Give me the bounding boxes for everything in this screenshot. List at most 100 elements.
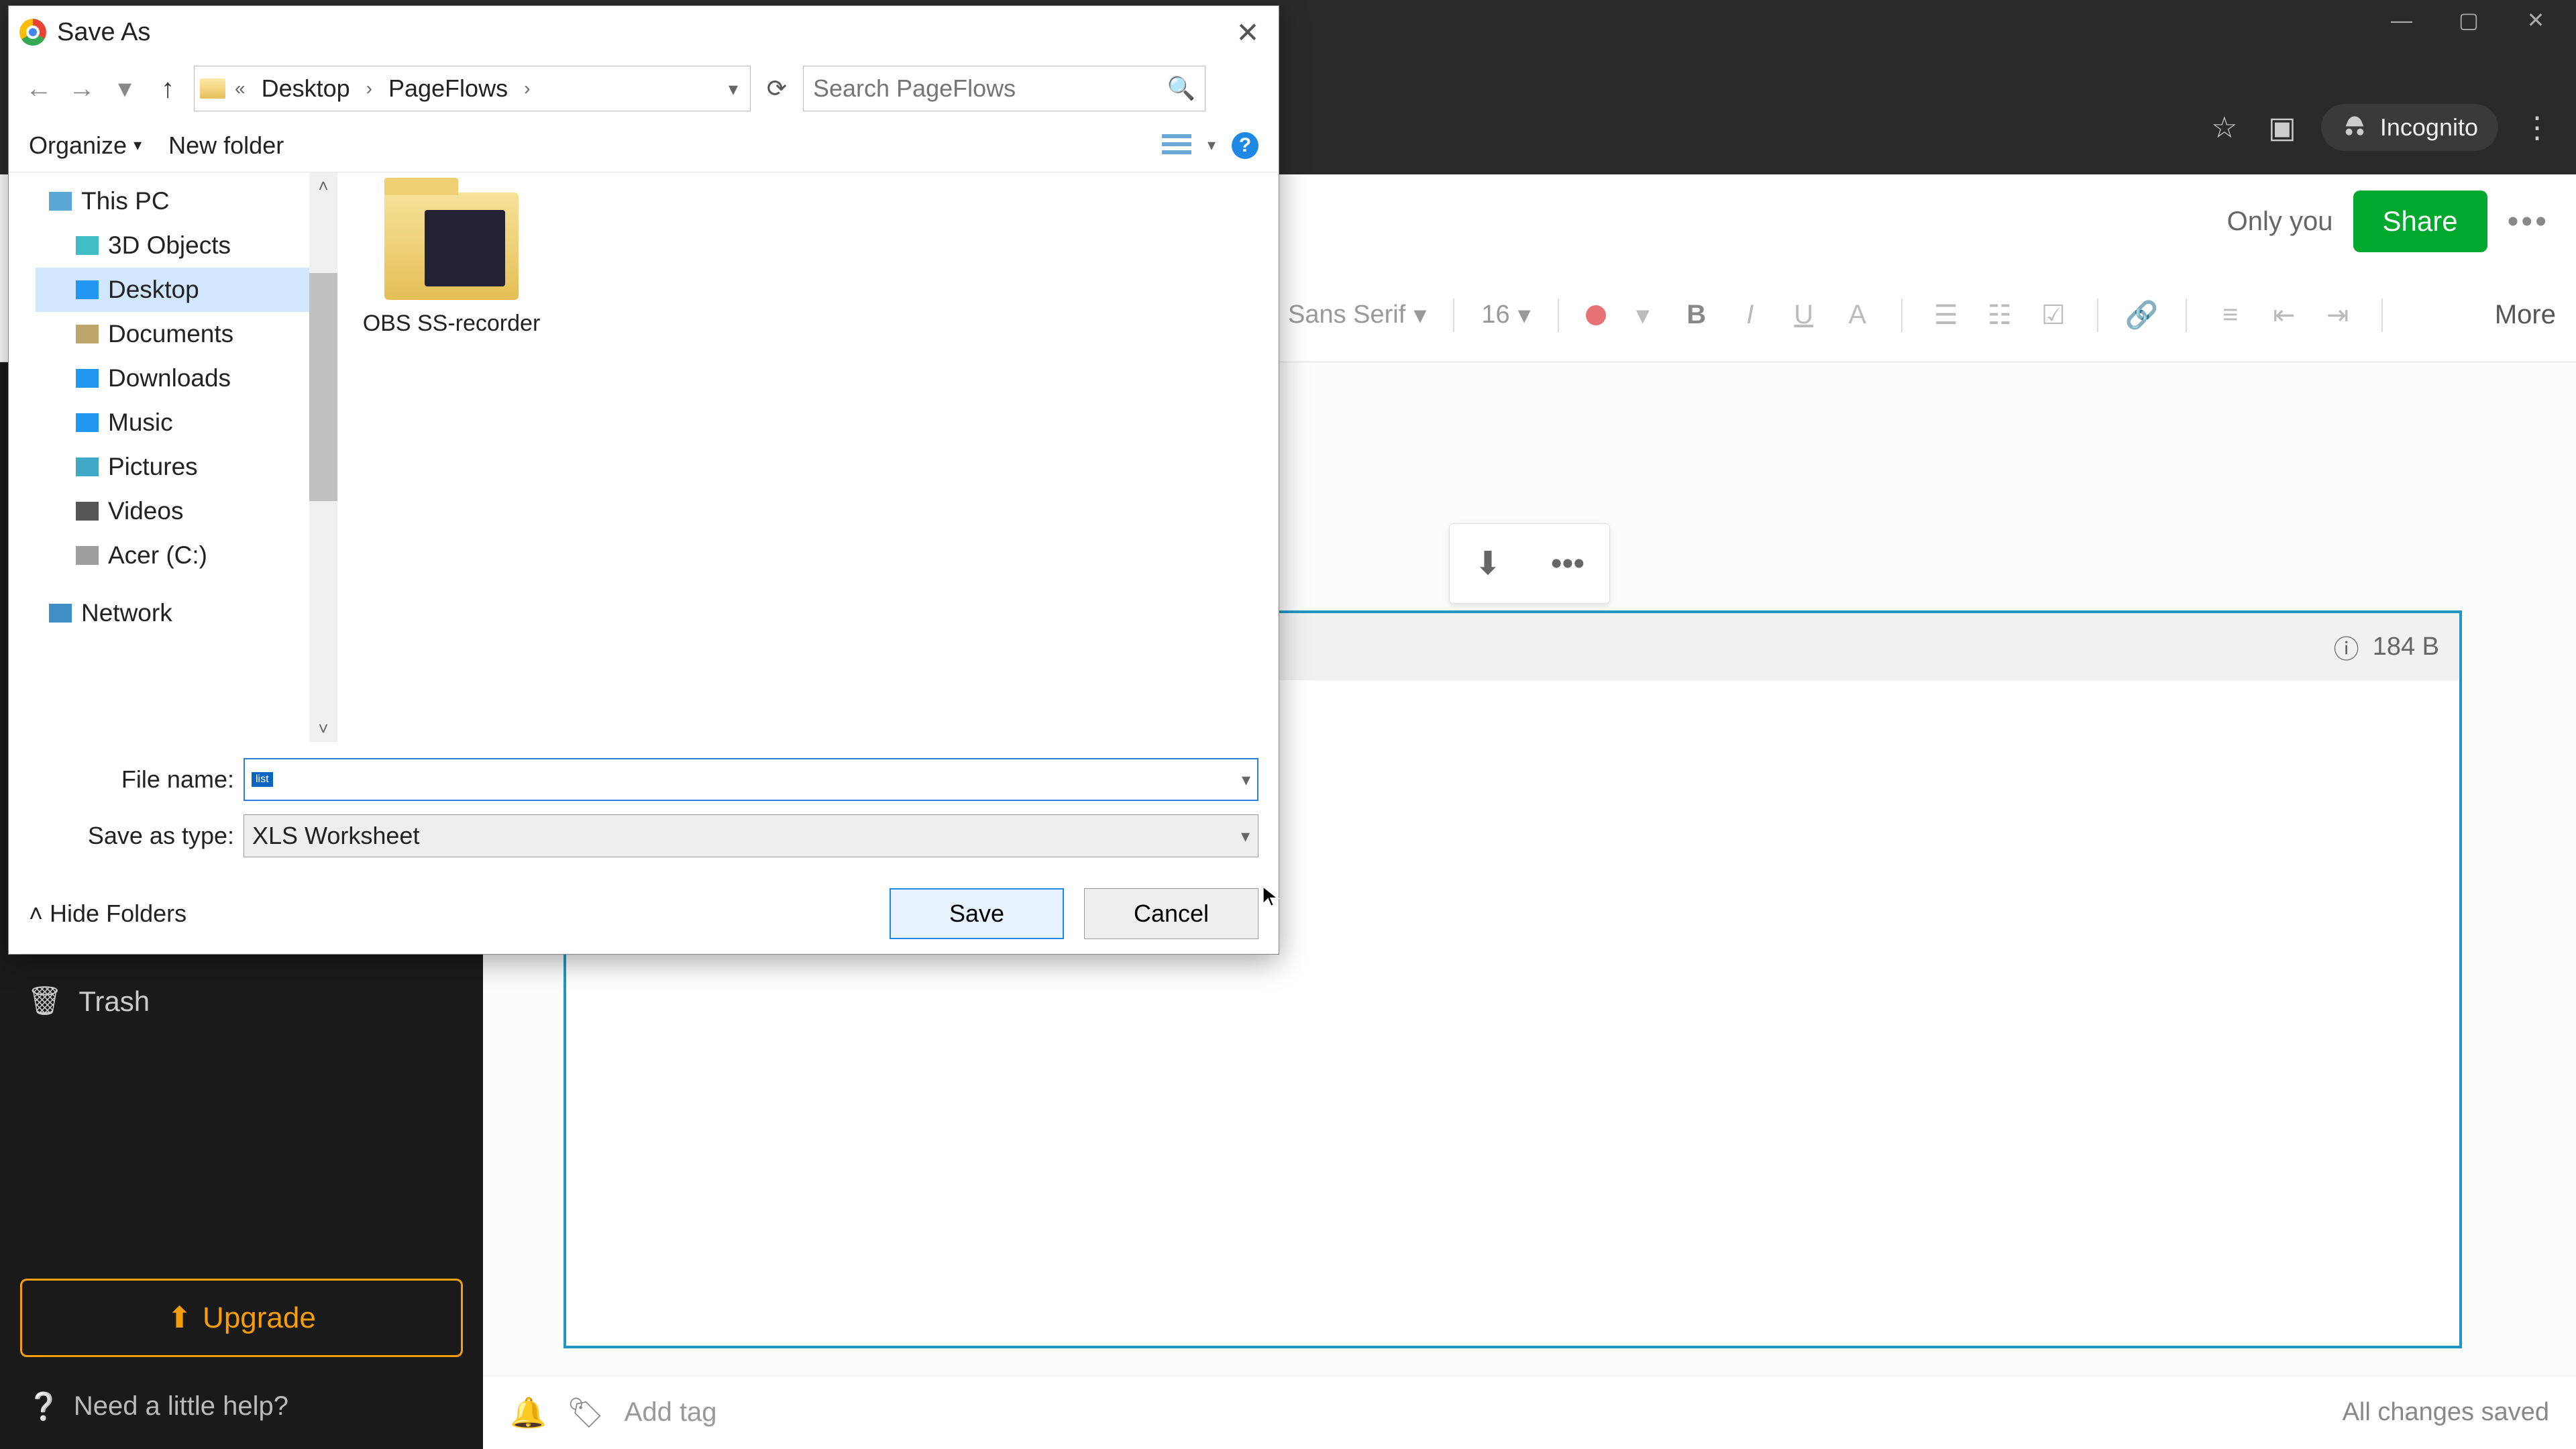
dialog-close-icon[interactable]: ✕ [1228, 12, 1268, 52]
view-mode-icon[interactable] [1162, 134, 1191, 157]
upgrade-label: Upgrade [203, 1301, 316, 1335]
dialog-body: This PC 3D Objects Desktop Documents Dow… [9, 172, 1279, 742]
pictures-icon [76, 458, 99, 476]
address-dropdown-icon[interactable]: ▾ [722, 78, 745, 100]
nav-recent-icon[interactable]: ▾ [108, 72, 142, 105]
reminder-icon[interactable]: 🔔 [510, 1395, 547, 1430]
view-dropdown-icon[interactable]: ▾ [1208, 136, 1216, 155]
dialog-toolbar: Organize ▾ New folder ▾ ? [9, 119, 1279, 172]
chevron-icon[interactable]: « [235, 78, 246, 99]
dialog-title: Save As [57, 18, 150, 47]
help-label: Need a little help? [74, 1391, 288, 1421]
tree-pictures[interactable]: Pictures [36, 445, 337, 489]
nav-up-icon[interactable]: ↑ [151, 72, 184, 105]
cancel-button[interactable]: Cancel [1084, 888, 1258, 939]
attachment-more-icon[interactable]: ••• [1551, 545, 1585, 582]
color-dropdown-icon[interactable]: ▾ [1626, 300, 1660, 331]
tree-downloads[interactable]: Downloads [36, 356, 337, 400]
note-more-icon[interactable]: ••• [2508, 203, 2549, 240]
font-size-select[interactable]: 16 ▾ [1481, 300, 1530, 330]
dialog-help-icon[interactable]: ? [1232, 132, 1258, 159]
align-icon[interactable]: ≡ [2214, 300, 2247, 330]
dialog-fields: File name: list ▾ Save as type: XLS Work… [9, 742, 1279, 873]
search-input[interactable] [813, 74, 1167, 103]
toolbar-separator [2097, 299, 2098, 332]
toolbar-separator [1453, 299, 1454, 332]
note-footer: 🔔 🏷 Add tag All changes saved [483, 1375, 2576, 1449]
tree-desktop[interactable]: Desktop [36, 268, 337, 312]
share-button[interactable]: Share [2353, 191, 2487, 252]
toolbar-separator [2381, 299, 2383, 332]
incognito-label: Incognito [2380, 113, 2478, 142]
tree-this-pc[interactable]: This PC [36, 179, 337, 223]
new-folder-button[interactable]: New folder [168, 131, 284, 160]
tree-drive-c[interactable]: Acer (C:) [36, 533, 337, 578]
toolbar-more[interactable]: More [2495, 300, 2556, 330]
folder-item-label: OBS SS-recorder [358, 311, 545, 337]
nav-forward-icon[interactable]: → [65, 72, 99, 105]
help-link[interactable]: ❔ Need a little help? [20, 1384, 463, 1429]
bold-icon[interactable]: B [1680, 300, 1713, 330]
tree-network[interactable]: Network [36, 591, 337, 635]
filename-dropdown-icon[interactable]: ▾ [1242, 769, 1250, 790]
hide-folders-toggle[interactable]: ˄ Hide Folders [29, 900, 186, 928]
dialog-nav: ← → ▾ ↑ « Desktop › PageFlows › ▾ ⟳ 🔍 [9, 58, 1279, 119]
reader-icon[interactable]: ▣ [2263, 109, 2301, 146]
sidebar-item-trash[interactable]: 🗑 Trash [20, 973, 463, 1030]
folder-item[interactable]: OBS SS-recorder [358, 193, 545, 337]
bullet-list-icon[interactable]: ☰ [1929, 300, 1963, 331]
italic-icon[interactable]: I [1733, 300, 1767, 330]
indent-icon[interactable]: ⇤ [2267, 300, 2301, 331]
save-type-select[interactable]: XLS Worksheet ▾ [244, 814, 1258, 857]
check-list-icon[interactable]: ☑ [2037, 300, 2070, 331]
file-name-input[interactable]: list ▾ [244, 758, 1258, 801]
tree-music[interactable]: Music [36, 400, 337, 445]
desktop-icon [76, 280, 99, 299]
save-as-dialog: Save As ✕ ← → ▾ ↑ « Desktop › PageFlows … [8, 5, 1279, 955]
help-icon: ❔ [27, 1391, 60, 1422]
refresh-icon[interactable]: ⟳ [760, 72, 794, 105]
browser-menu-icon[interactable]: ⋮ [2518, 109, 2556, 146]
link-icon[interactable]: 🔗 [2125, 299, 2159, 331]
tag-icon[interactable]: 🏷 [567, 1395, 604, 1430]
save-button[interactable]: Save [890, 888, 1064, 939]
tree-documents[interactable]: Documents [36, 312, 337, 356]
outdent-icon[interactable]: ⇥ [2321, 300, 2355, 331]
tree-videos[interactable]: Videos [36, 489, 337, 533]
address-bar[interactable]: « Desktop › PageFlows › ▾ [194, 66, 751, 111]
breadcrumb-desktop[interactable]: Desktop [255, 70, 357, 107]
number-list-icon[interactable]: ☷ [1983, 300, 2017, 331]
maximize-icon[interactable]: ▢ [2455, 7, 2482, 34]
close-window-icon[interactable]: ✕ [2522, 7, 2549, 34]
organize-button[interactable]: Organize ▾ [29, 131, 142, 160]
incognito-indicator[interactable]: Incognito [2321, 104, 2498, 151]
underline-icon[interactable]: U [1787, 300, 1821, 330]
chevron-right-icon[interactable]: › [524, 78, 530, 99]
save-type-value: XLS Worksheet [252, 822, 1241, 850]
highlight-icon[interactable]: A [1841, 300, 1874, 330]
tree-scrollbar[interactable]: ˄ ˅ [309, 172, 337, 742]
dialog-titlebar: Save As ✕ [9, 6, 1279, 58]
info-icon[interactable]: ⓘ [2334, 629, 2359, 665]
text-color-icon[interactable] [1586, 305, 1606, 325]
scroll-down-icon[interactable]: ˅ [309, 715, 337, 742]
nav-back-icon[interactable]: ← [22, 72, 56, 105]
downloads-icon [76, 369, 99, 388]
search-icon[interactable]: 🔍 [1167, 75, 1195, 102]
file-list-pane[interactable]: OBS SS-recorder [337, 172, 1279, 742]
music-icon [76, 413, 99, 432]
tree-3d-objects[interactable]: 3D Objects [36, 223, 337, 268]
upgrade-button[interactable]: ⬆ Upgrade [20, 1279, 463, 1357]
add-tag-placeholder[interactable]: Add tag [625, 1397, 717, 1428]
download-icon[interactable]: ⬇ [1474, 545, 1501, 582]
bookmark-star-icon[interactable]: ☆ [2206, 109, 2243, 146]
window-controls: — ▢ ✕ [2388, 0, 2576, 40]
savetype-dropdown-icon[interactable]: ▾ [1241, 826, 1250, 847]
scroll-thumb[interactable] [309, 273, 337, 501]
search-box[interactable]: 🔍 [803, 66, 1205, 111]
chevron-right-icon[interactable]: › [366, 78, 372, 99]
font-family-select[interactable]: Sans Serif ▾ [1288, 300, 1426, 330]
scroll-up-icon[interactable]: ˄ [309, 172, 337, 199]
breadcrumb-pageflows[interactable]: PageFlows [382, 70, 515, 107]
minimize-icon[interactable]: — [2388, 7, 2415, 34]
